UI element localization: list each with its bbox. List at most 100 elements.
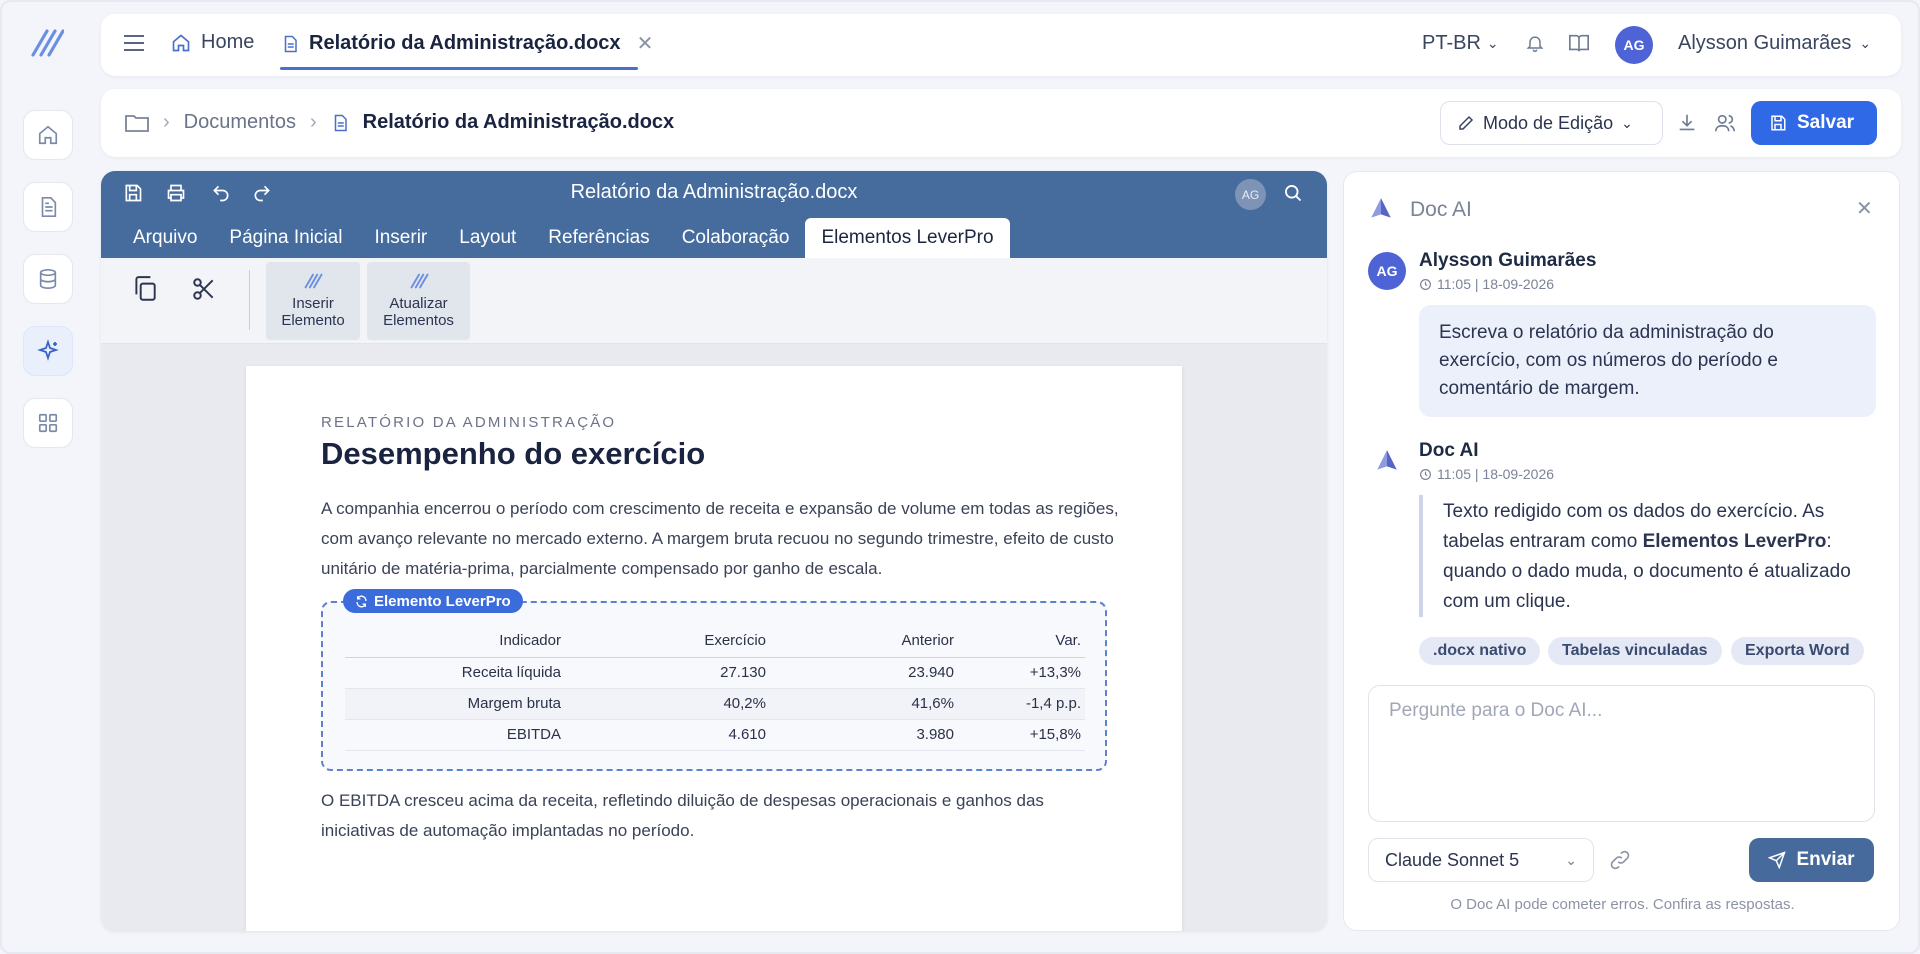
chat-input[interactable]: Pergunte para o Doc AI...: [1368, 685, 1875, 822]
table-cell: Margem bruta: [345, 688, 565, 720]
attachment-icon[interactable]: [1609, 849, 1631, 871]
users-icon[interactable]: [1713, 112, 1737, 134]
document-icon: [331, 113, 349, 133]
model-select[interactable]: Claude Sonnet 5 ⌄: [1368, 838, 1594, 882]
indicators-table: Indicador Exercício Anterior Var. Receit…: [345, 625, 1085, 751]
table-cell: 23.940: [770, 657, 958, 689]
tag-chip-word-export: Exporta Word: [1731, 637, 1864, 665]
menu-colaboracao[interactable]: Colaboração: [666, 218, 806, 258]
breadcrumb-bar: › Documentos › Relatório da Administraçã…: [101, 89, 1901, 157]
document-editor: Relatório da Administração.docx AG Arqui…: [101, 171, 1327, 931]
breadcrumb-separator: ›: [163, 111, 170, 133]
breadcrumb-separator: ›: [309, 111, 317, 133]
book-icon[interactable]: [1568, 32, 1590, 54]
ribbon-divider: [249, 270, 250, 330]
download-icon[interactable]: [1676, 112, 1698, 134]
rail-documents-button[interactable]: [23, 182, 73, 232]
user-avatar[interactable]: AG: [1615, 26, 1653, 64]
chevron-down-icon: ⌄: [1621, 114, 1633, 131]
table-cell: +15,8%: [958, 719, 1085, 751]
table-row: Receita líquida 27.130 23.940 +13,3%: [345, 657, 1085, 689]
table-row: Margem bruta 40,2% 41,6% -1,4 p.p.: [345, 688, 1085, 720]
update-elements-label: Atualizar Elementos: [383, 295, 454, 329]
editor-header: Relatório da Administração.docx AG Arqui…: [101, 171, 1327, 258]
rail-database-button[interactable]: [23, 254, 73, 304]
send-label: Enviar: [1796, 849, 1855, 870]
chevron-down-icon: ⌄: [1859, 35, 1872, 51]
breadcrumb-documents[interactable]: Documentos: [184, 111, 296, 134]
document-page[interactable]: RELATÓRIO DA ADMINISTRAÇÃO Desempenho do…: [246, 366, 1182, 931]
doc-ai-logo-icon: [1368, 196, 1394, 222]
collaborator-avatar[interactable]: AG: [1235, 179, 1266, 210]
table-cell: Receita líquida: [345, 657, 565, 689]
ai-message-author: Doc AI: [1419, 440, 1479, 461]
language-label: PT-BR: [1422, 32, 1481, 54]
ai-message-timestamp: 11:05 | 18-09-2026: [1437, 466, 1555, 482]
table-cell: 41,6%: [770, 688, 958, 720]
folder-icon[interactable]: [125, 113, 149, 133]
table-cell: EBITDA: [345, 719, 565, 751]
home-icon: [37, 124, 59, 146]
menu-elementos-leverpro[interactable]: Elementos LeverPro: [805, 218, 1010, 258]
ai-message-highlight: Elementos LeverPro: [1642, 531, 1827, 552]
save-label: Salvar: [1797, 112, 1855, 133]
menu-layout[interactable]: Layout: [443, 218, 532, 258]
table-cell: 3.980: [770, 719, 958, 751]
tag-chip-docx: .docx nativo: [1419, 637, 1541, 665]
menu-referencias[interactable]: Referências: [532, 218, 665, 258]
table-cell: +13,3%: [958, 657, 1085, 689]
ai-message: Texto redigido com os dados do exercício…: [1419, 495, 1876, 617]
menu-arquivo[interactable]: Arquivo: [133, 218, 213, 258]
insert-element-button[interactable]: Inserir Elemento: [266, 262, 360, 340]
document-tab[interactable]: Relatório da Administração.docx ✕: [281, 31, 653, 56]
ai-message-time: 11:05 | 18-09-2026: [1419, 466, 1554, 482]
table-header: Exercício: [565, 625, 770, 658]
clock-icon: [1419, 468, 1432, 481]
send-button[interactable]: Enviar: [1749, 838, 1874, 882]
language-selector[interactable]: PT-BR ⌄: [1422, 32, 1499, 55]
menu-pagina-inicial[interactable]: Página Inicial: [213, 218, 358, 258]
menu-inserir[interactable]: Inserir: [358, 218, 443, 258]
edit-mode-dropdown[interactable]: Modo de Edição ⌄: [1440, 101, 1663, 145]
user-menu[interactable]: Alysson Guimarães ⌄: [1678, 32, 1871, 55]
leverpro-icon: [302, 273, 324, 289]
leverpro-element[interactable]: Elemento LeverPro Indicador Exercício An…: [321, 589, 1107, 771]
menu-icon[interactable]: [123, 33, 145, 53]
doc-ai-avatar-icon: [1374, 447, 1400, 475]
table-cell: 27.130: [565, 657, 770, 689]
table-header: Var.: [958, 625, 1085, 658]
close-icon[interactable]: ✕: [1856, 196, 1873, 221]
clock-icon: [1419, 278, 1432, 291]
bell-icon[interactable]: [1525, 32, 1545, 54]
home-icon: [171, 33, 191, 53]
chevron-down-icon: ⌄: [1486, 35, 1499, 51]
rail-home-button[interactable]: [23, 110, 73, 160]
search-icon[interactable]: [1283, 183, 1303, 203]
home-tab[interactable]: Home: [171, 31, 254, 54]
grid-icon: [37, 412, 59, 434]
breadcrumb-current: Relatório da Administração.docx: [362, 111, 675, 133]
save-button[interactable]: Salvar: [1751, 101, 1877, 145]
update-elements-button[interactable]: Atualizar Elementos: [367, 262, 470, 340]
close-tab-icon[interactable]: ✕: [637, 31, 654, 56]
copy-icon[interactable]: [132, 275, 158, 303]
table-cell: 4.610: [565, 719, 770, 751]
disclaimer-text: O Doc AI pode cometer erros. Confira as …: [1450, 896, 1795, 913]
breadcrumb: › Documentos › Relatório da Administraçã…: [125, 111, 674, 134]
sparkle-icon: [36, 339, 60, 363]
editor-ribbon: Inserir Elemento Atualizar Elementos: [101, 258, 1327, 344]
rail-apps-button[interactable]: [23, 398, 73, 448]
user-message: Escreva o relatório da administração do …: [1419, 305, 1876, 417]
table-cell: 40,2%: [565, 688, 770, 720]
document-tab-label: Relatório da Administração.docx: [309, 32, 621, 54]
doc-ai-panel: Doc AI ✕ AG Alysson Guimarães 11:05 | 18…: [1343, 171, 1900, 931]
scissors-icon[interactable]: [191, 275, 217, 303]
document-heading: Desempenho do exercício: [321, 436, 706, 471]
tag-chip-linked-tables: Tabelas vinculadas: [1548, 637, 1722, 665]
user-message-time: 11:05 | 18-09-2026: [1419, 276, 1554, 292]
user-message-timestamp: 11:05 | 18-09-2026: [1437, 276, 1555, 292]
app-logo[interactable]: [30, 28, 64, 58]
send-icon: [1768, 851, 1787, 869]
rail-ai-button[interactable]: [23, 326, 73, 376]
active-tab-indicator: [280, 67, 638, 70]
